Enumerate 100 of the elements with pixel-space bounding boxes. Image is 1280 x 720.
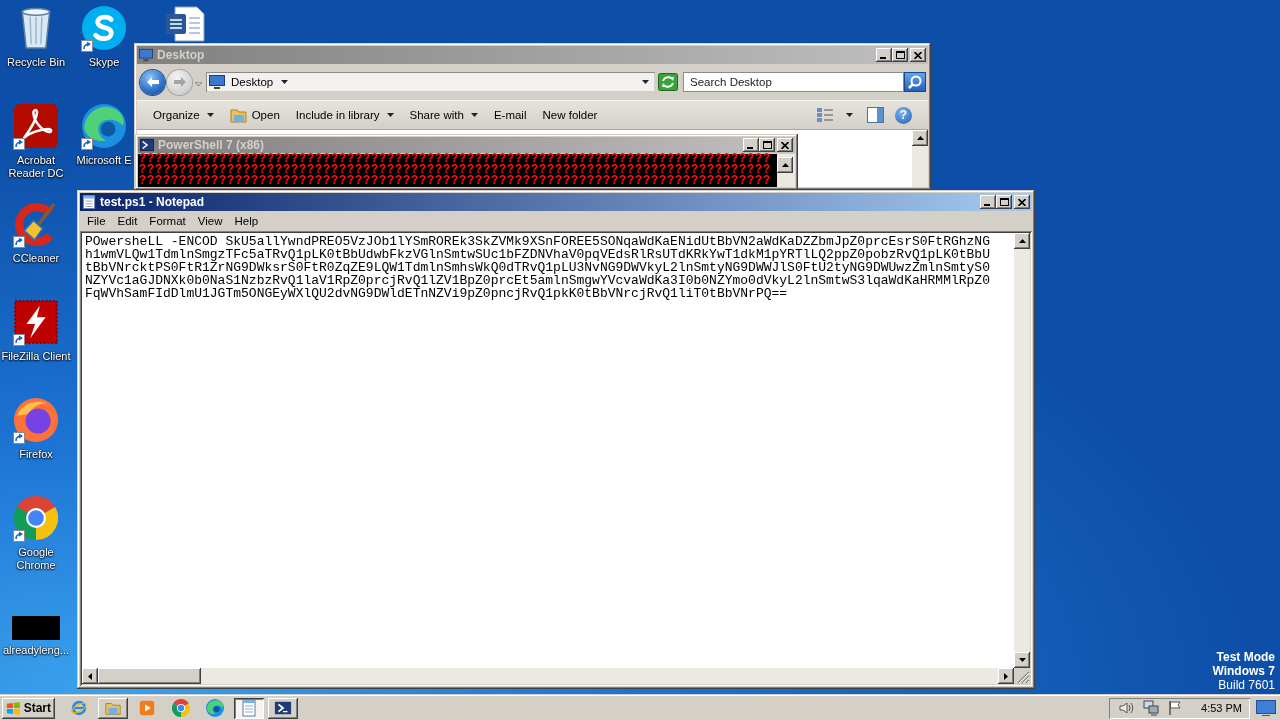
console-line: ??????????????????????????????????????????????????????????????????????????????? [139,176,773,187]
speaker-icon[interactable] [1119,700,1136,716]
toolbar-button[interactable]: E-mail [485,104,535,126]
search-icon [908,75,922,89]
scroll-up-button[interactable] [1014,233,1030,249]
resize-grip-icon[interactable] [1014,668,1030,684]
triangle-up-icon [916,136,924,140]
skype-icon[interactable] [82,6,126,50]
menu-button[interactable]: Include in library [287,104,402,126]
desktop-icon-label[interactable]: FileZilla Client [1,350,71,363]
triangle-down-icon [1018,658,1026,662]
monitor-icon [139,48,153,62]
browser-icon [70,699,88,717]
maximize-icon [999,198,1009,206]
close-button[interactable] [1014,195,1030,209]
toolbar-button[interactable]: New folder [534,104,606,126]
scroll-left-button[interactable] [82,668,98,684]
monitor-icon [209,75,225,89]
minimize-button[interactable] [743,138,759,152]
desktop-notice-text: Test Mode [1216,650,1275,664]
clock[interactable]: 4:53 PM [1201,702,1242,714]
minimize-icon [747,147,753,149]
filezilla-icon[interactable] [14,300,58,344]
start-button[interactable]: Start [2,697,55,719]
show-desktop-icon[interactable] [1256,700,1276,716]
console-line: ??????????????????????????????????????????????????????????????????????????????? [139,165,773,176]
search-field[interactable]: Search Desktop [683,72,904,92]
acrobat-icon[interactable] [14,104,58,148]
notepad-icon [240,699,258,717]
caret-down-icon [470,113,478,117]
ccleaner-icon[interactable] [14,202,58,246]
edge-icon[interactable] [82,104,126,148]
notepad-icon [82,195,96,209]
scroll-down-button[interactable] [1014,652,1030,668]
arrow-left-icon [146,77,159,87]
minimize-button[interactable] [876,48,892,62]
address-field[interactable]: Desktop [206,72,655,92]
terminal-icon [140,138,154,152]
close-button[interactable] [777,138,793,152]
triangle-left-icon [88,672,92,680]
windows-flag-icon [6,699,21,717]
firefox-icon[interactable] [14,398,58,442]
breadcrumb-button[interactable]: Desktop [229,76,291,88]
close-icon [1018,198,1026,206]
back-button[interactable] [140,69,165,95]
scroll-right-button[interactable] [998,668,1014,684]
close-button[interactable] [910,48,926,62]
terminal-icon [274,699,292,717]
menu-item[interactable]: Help [228,212,265,230]
text-line: FqWVhSamFIdDlmU1JGTm5ONGEyWXlQU2dvNG9DWldETnNZVi9pZ0pncjRvQ1pkK0tBbVNrcjRvQ1liT0tBbVNrPQ== [85,287,788,300]
menu-item[interactable]: View [191,212,229,230]
maximize-button[interactable] [892,48,908,62]
menu-item[interactable]: File [81,212,112,230]
refresh-icon[interactable] [658,73,678,91]
chrome-icon[interactable] [14,496,58,540]
open-button[interactable]: Open [221,104,288,126]
window-title: test.ps1 - Notepad [100,195,205,209]
close-icon [781,141,789,149]
taskbar-button[interactable] [268,697,298,719]
desktop-icon-label[interactable]: CCleaner [12,252,60,265]
minimize-icon [984,204,990,206]
window-title: PowerShell 7 (x86) [158,138,266,152]
browser-icon [172,699,190,717]
flag-icon[interactable] [1167,700,1184,716]
scroll-up-button[interactable] [777,157,793,173]
preview-pane-icon[interactable] [867,107,884,123]
file-thumbnail-icon[interactable] [12,616,60,640]
maximize-button[interactable] [996,195,1012,209]
caret-down-icon [206,113,214,117]
minimize-button[interactable] [980,195,996,209]
scroll-thumb[interactable] [98,668,201,684]
taskbar-button[interactable] [98,697,128,719]
desktop-notice-text: Build 7601 [1218,678,1275,692]
taskbar-button[interactable] [234,697,264,719]
menu-item[interactable]: Format [143,212,192,230]
desktop-icon-label[interactable]: Recycle Bin [6,56,66,69]
desktop-icon-label[interactable]: Firefox [19,448,53,461]
caret-down-icon[interactable] [846,113,853,117]
minimize-icon [880,57,886,59]
network-icon[interactable] [1143,700,1160,716]
desktop-icon-label[interactable]: Skype [88,56,120,69]
maximize-button[interactable] [759,138,775,152]
desktop-icon-label[interactable]: Microsoft E [76,154,132,167]
text-line: POwersheLL -ENCOD SkU5allYwndPREO5VzJOb1lYSmROREk3SkZVMk9XSnFOREE5SONqaWdKaENidUtBbVN2aWdKaDZZbmJpZ0prcEsrS0FtRGhzNG [85,235,991,248]
folder-icon [229,107,248,123]
scroll-up-button[interactable] [912,130,928,146]
console-line: ??????????????????????????????????????????????????????????????????????????????? [139,154,773,165]
menu-button[interactable]: Share with [401,104,486,126]
desktop-icon-label[interactable]: Google Chrome [0,546,72,572]
text-line: h1wmVLQw1TdmlnSmgzTFc5aTRvQ1pLK0tBbUdwbFkzVGlnSmtwSUc1bFZDNVhaV0pqVEdsRlRsUTdKRkYwT1dkM1pYRTlLQ2ppZ0pobzRvQ1pLK0tBbU [85,248,991,261]
triangle-up-icon [781,163,789,167]
search-button[interactable] [904,72,926,92]
document-icon[interactable] [165,6,205,42]
menu-item[interactable]: Edit [111,212,144,230]
desktop-icon-label[interactable]: Acrobat Reader DC [0,154,72,180]
text-line: tBbVNrcktPS0FtR1ZrNG9DWksrS0FtR0ZqZE9LQW1TdmlnSmhsWkQ0dTRvQ1pLU3NvNG9DWVkyL2lnSmtyNG9DWWJlS0FtU2tyNG9DWUwzZmlnSmtyS0 [85,261,991,274]
browser-icon [206,699,224,717]
window-title: Desktop [157,48,206,62]
menu-button[interactable]: Organize [145,104,222,126]
caret-down-icon[interactable] [642,80,649,84]
